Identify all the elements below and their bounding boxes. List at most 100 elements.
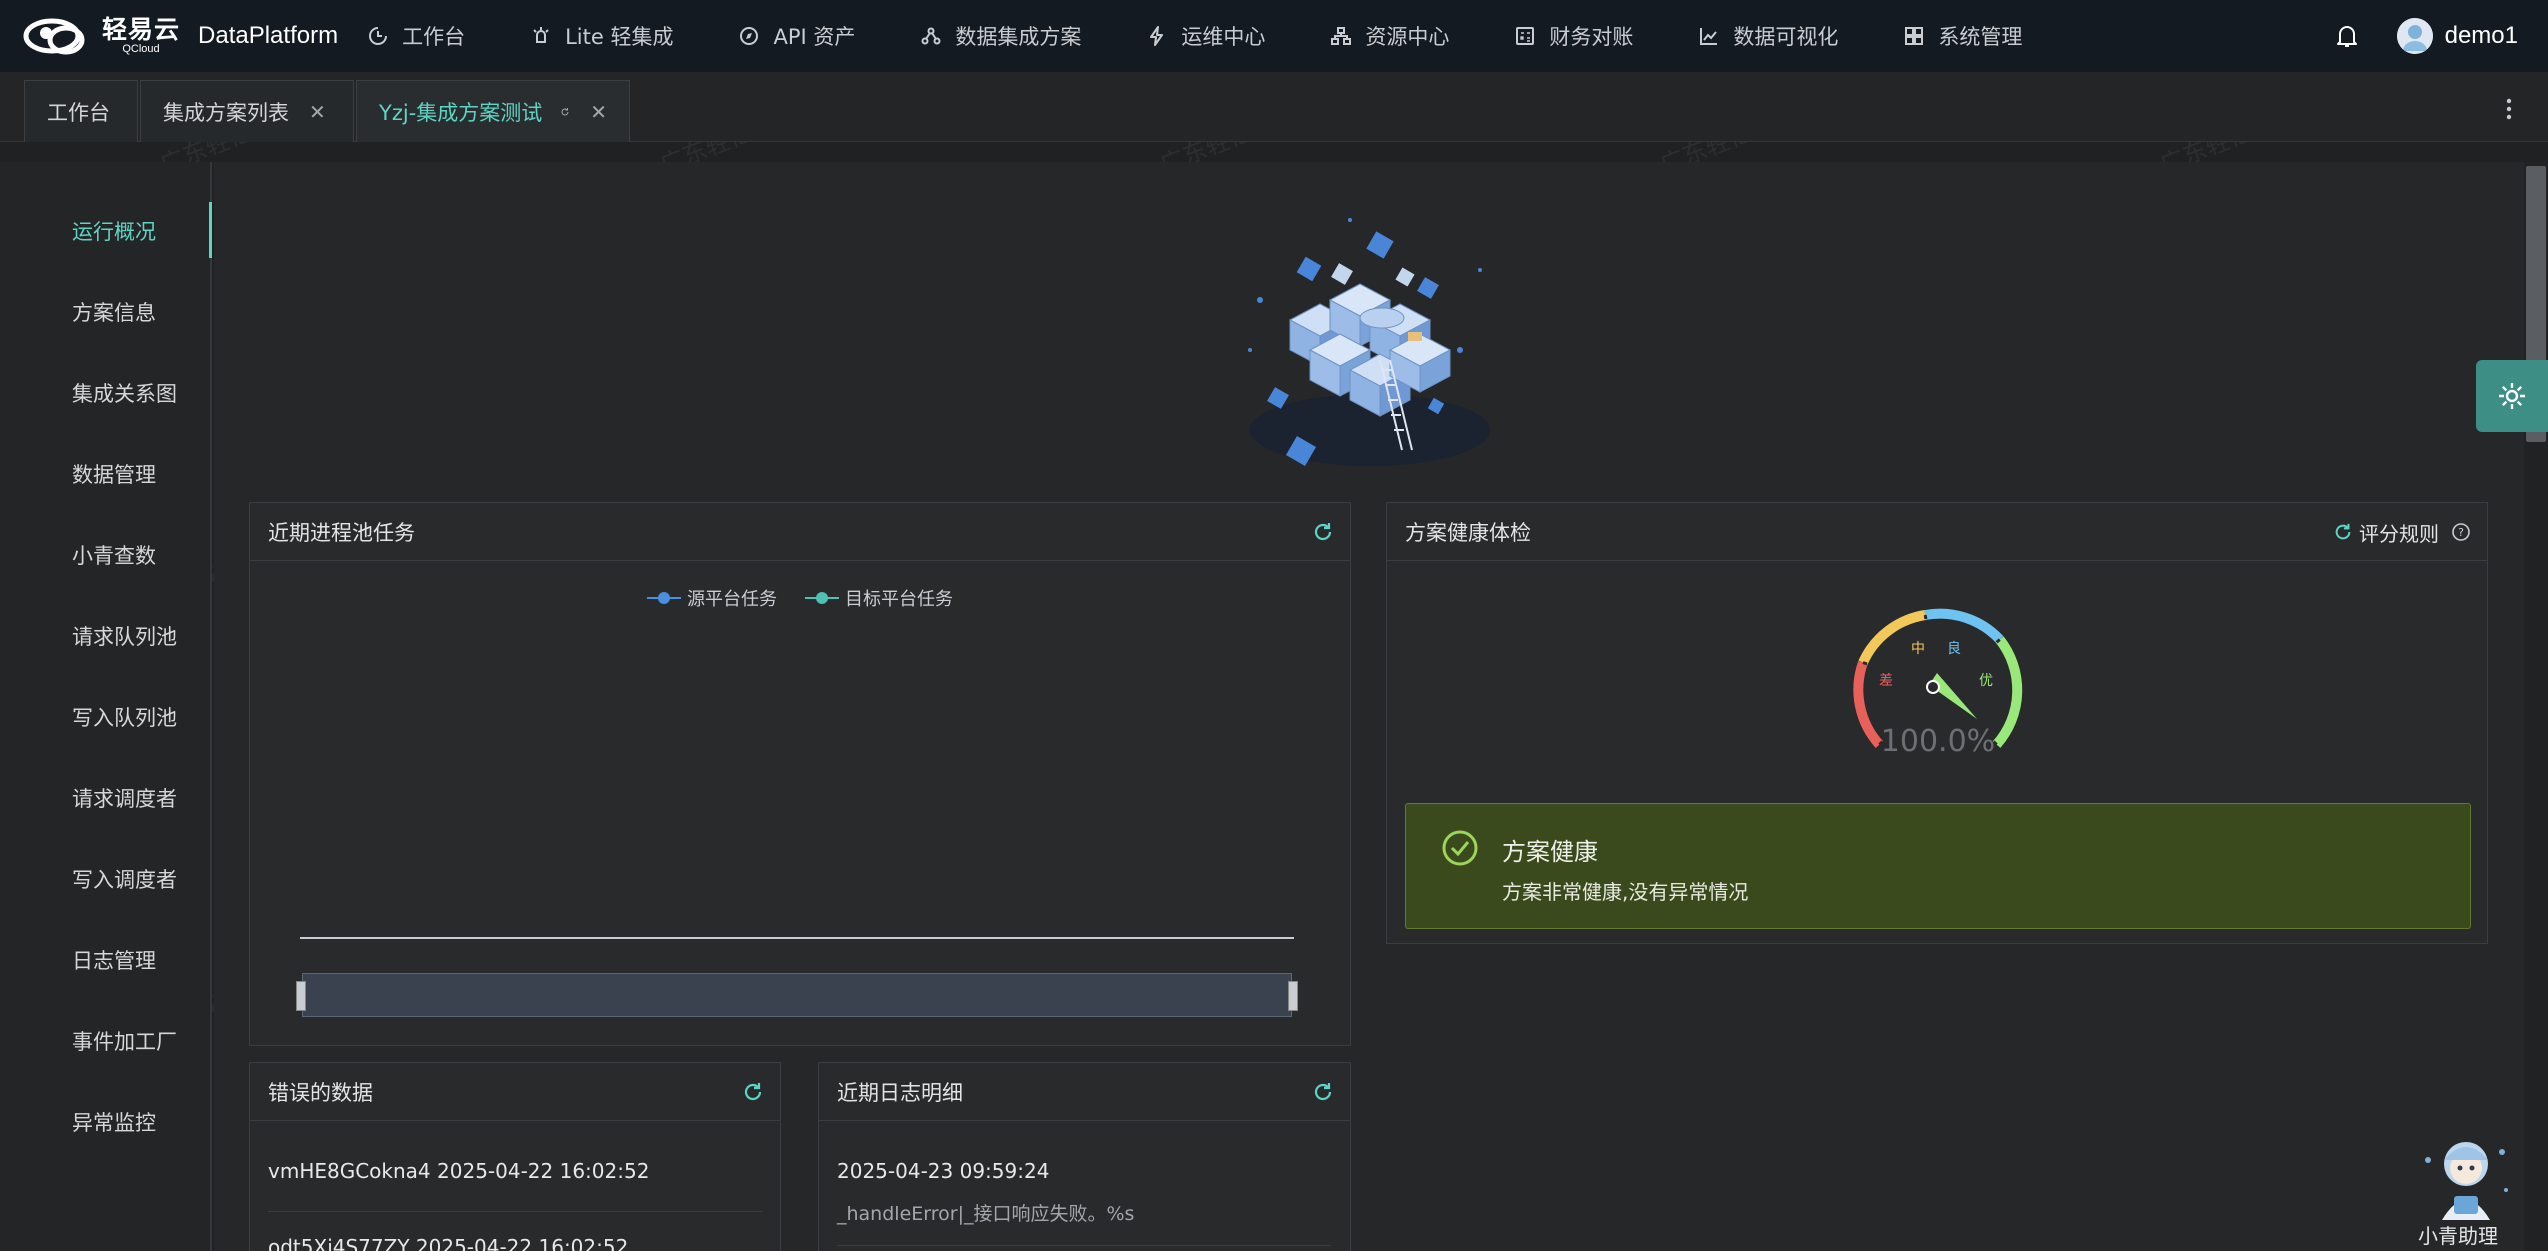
health-status-alert: 方案健康 方案非常健康,没有异常情况 — [1405, 803, 2471, 929]
tabs-bar: 工作台 集成方案列表 ✕ Yzj-集成方案测试 ✕ — [0, 72, 2548, 142]
legend-label: 源平台任务 — [687, 589, 777, 610]
brand-name: DataPlatform — [198, 22, 339, 49]
plan-health-panel: 方案健康体检 评分规则 ? 差 中 良 优 100.0% 方案健康 方案非常健康… — [1386, 502, 2488, 944]
log-message[interactable]: _handleError|_接口响应失败。%s — [837, 1199, 1134, 1226]
refresh-icon[interactable] — [2333, 522, 2353, 542]
tab-label: 集成方案列表 — [163, 100, 289, 125]
list-item[interactable]: vmHE8GCokna4 2025-04-22 16:02:52 — [268, 1159, 649, 1183]
error-data-panel: 错误的数据 vmHE8GCokna4 2025-04-22 16:02:52 o… — [249, 1062, 781, 1251]
clock-icon — [369, 27, 388, 45]
chart-icon — [1700, 28, 1718, 45]
health-gauge: 差 中 良 优 100.0% — [1853, 608, 2023, 759]
legend-marker-target — [805, 592, 839, 604]
calculator-icon — [1516, 27, 1535, 45]
recent-tasks-panel: 近期进程池任务 源平台任务 目标平台任务 — [249, 502, 1351, 1046]
reload-icon[interactable] — [560, 102, 570, 122]
chart-baseline — [300, 937, 1294, 939]
health-status-title: 方案健康 — [1502, 838, 1598, 866]
panel-title: 方案健康体检 — [1405, 520, 1531, 545]
nav-item-label: API 资产 — [773, 25, 856, 49]
avatar[interactable] — [2396, 18, 2433, 54]
zoom-handle-left[interactable] — [296, 981, 306, 1011]
nav-item-label: 工作台 — [402, 25, 466, 49]
nav-item-label: 系统管理 — [1938, 25, 2023, 49]
refresh-icon[interactable] — [1312, 521, 1334, 543]
nav-item-system-admin[interactable]: 系统管理 — [1904, 21, 2022, 51]
nav-item-workbench[interactable]: 工作台 — [368, 21, 465, 51]
side-item-plan-info[interactable]: 方案信息 — [72, 297, 156, 327]
bolt-icon — [1150, 26, 1164, 46]
network-icon — [921, 27, 941, 45]
side-item-data-management[interactable]: 数据管理 — [72, 459, 156, 489]
panel-title: 近期进程池任务 — [268, 520, 415, 545]
avatar-icon — [2396, 18, 2433, 54]
legend-item-source[interactable]: 源平台任务 — [647, 585, 777, 611]
log-timestamp: 2025-04-23 09:59:24 — [837, 1159, 1050, 1183]
assistant-label[interactable]: 小青助理 — [2418, 1220, 2498, 1249]
scoring-rules-link[interactable]: 评分规则 — [2359, 518, 2439, 547]
nav-item-finance[interactable]: 财务对账 — [1515, 21, 1633, 51]
logo-chinese-name: 轻易云 — [102, 15, 181, 44]
close-icon[interactable]: ✕ — [590, 100, 607, 124]
bell-icon[interactable] — [2335, 23, 2359, 49]
gear-icon — [2499, 383, 2525, 409]
zoom-handle-right[interactable] — [1288, 981, 1298, 1011]
close-icon[interactable]: ✕ — [309, 100, 326, 124]
recent-logs-panel: 近期日志明细 2025-04-23 09:59:24 _handleError|… — [818, 1062, 1351, 1251]
nav-item-label: 数据可视化 — [1733, 25, 1839, 49]
nav-item-label: Lite 轻集成 — [565, 25, 674, 49]
help-icon[interactable]: ? — [2451, 522, 2471, 542]
username[interactable]: demo1 — [2445, 22, 2518, 50]
compass-icon — [740, 27, 759, 45]
legend-item-target[interactable]: 目标平台任务 — [805, 585, 953, 611]
row-divider — [837, 1245, 1331, 1246]
row-divider — [268, 1211, 762, 1212]
logo-english-name: QCloud — [122, 43, 160, 55]
list-item[interactable]: odt5Xi4S77ZY 2025-04-22 16:02:52 — [268, 1235, 628, 1251]
grid-icon — [1905, 27, 1924, 45]
main-nav: 工作台 Lite 轻集成 API 资产 数据集成方案 运维中心 资源中心 财务对… — [368, 0, 2088, 72]
nav-item-api-assets[interactable]: API 资产 — [739, 21, 855, 51]
chart-legend: 源平台任务 目标平台任务 — [250, 585, 1350, 611]
refresh-icon[interactable] — [1312, 1081, 1334, 1103]
hierarchy-icon — [1331, 27, 1352, 45]
nav-item-lite[interactable]: Lite 轻集成 — [531, 21, 673, 51]
check-circle-icon — [1442, 830, 1478, 866]
refresh-icon[interactable] — [742, 1081, 764, 1103]
side-item-exception-monitor[interactable]: 异常监控 — [72, 1107, 156, 1137]
tab-plan-test[interactable]: Yzj-集成方案测试 ✕ — [356, 80, 630, 142]
data-cubes-illustration — [1248, 218, 1490, 467]
gauge-label-excellent: 优 — [1979, 673, 1993, 689]
more-options-icon[interactable] — [2506, 98, 2512, 120]
side-item-log-management[interactable]: 日志管理 — [72, 945, 156, 975]
side-item-xiaoqing-query[interactable]: 小青查数 — [72, 540, 156, 570]
data-zoom-slider[interactable] — [302, 973, 1292, 1017]
nav-item-resource-center[interactable]: 资源中心 — [1331, 21, 1449, 51]
nav-item-data-visualization[interactable]: 数据可视化 — [1699, 21, 1838, 51]
gauge-needle — [1929, 673, 1977, 719]
side-item-overview[interactable]: 运行概况 — [72, 216, 156, 246]
nav-item-integration-plans[interactable]: 数据集成方案 — [921, 21, 1081, 51]
legend-label: 目标平台任务 — [845, 589, 953, 610]
side-item-write-queue[interactable]: 写入队列池 — [72, 702, 177, 732]
legend-marker-source — [647, 592, 681, 604]
beacon-icon — [533, 27, 549, 43]
tab-label: Yzj-集成方案测试 — [379, 100, 543, 125]
side-item-request-scheduler[interactable]: 请求调度者 — [72, 783, 177, 813]
nav-item-label: 运维中心 — [1181, 25, 1266, 49]
panel-title: 错误的数据 — [268, 1080, 373, 1105]
side-item-write-scheduler[interactable]: 写入调度者 — [72, 864, 177, 894]
side-item-relation-graph[interactable]: 集成关系图 — [72, 378, 177, 408]
side-item-event-factory[interactable]: 事件加工厂 — [72, 1026, 177, 1056]
nav-item-label: 财务对账 — [1549, 25, 1634, 49]
active-indicator — [209, 202, 212, 258]
tab-integration-plan-list[interactable]: 集成方案列表 ✕ — [140, 80, 354, 142]
nav-item-ops-center[interactable]: 运维中心 — [1147, 21, 1265, 51]
qcloud-logo-icon — [23, 18, 85, 55]
tab-workbench[interactable]: 工作台 — [24, 80, 138, 142]
gauge-label-mid: 中 — [1911, 641, 1925, 657]
settings-button[interactable] — [2476, 360, 2548, 432]
app-logo[interactable]: 轻易云 QCloud — [22, 13, 180, 59]
side-item-request-queue[interactable]: 请求队列池 — [72, 621, 177, 651]
nav-item-label: 资源中心 — [1365, 25, 1450, 49]
